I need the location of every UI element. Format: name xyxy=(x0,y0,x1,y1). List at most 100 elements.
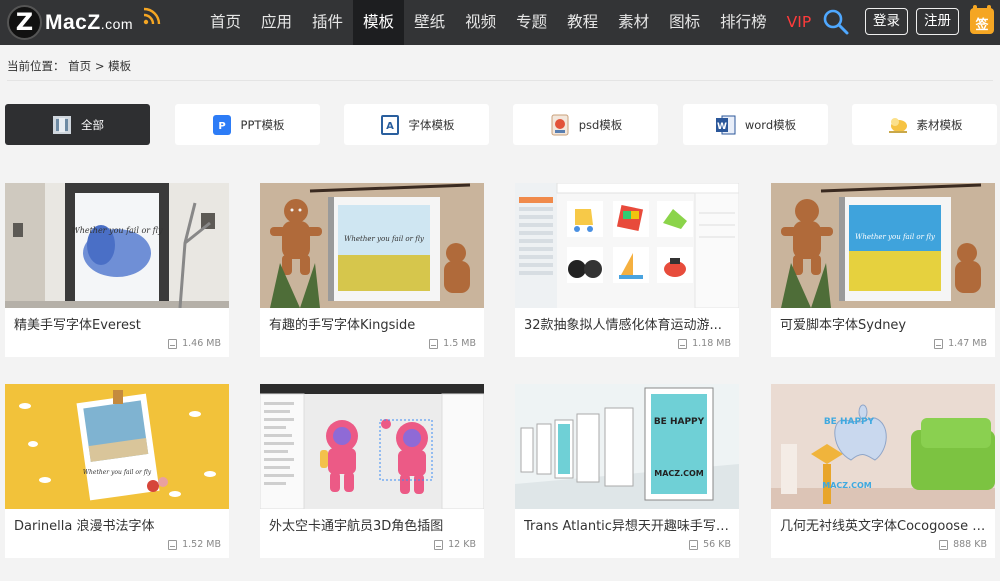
card-title[interactable]: 精美手写字体Everest xyxy=(14,314,224,333)
card-thumbnail: Whether you fail or fly xyxy=(5,183,229,308)
nav-wallpapers[interactable]: 壁纸 xyxy=(404,0,455,45)
rss-icon[interactable] xyxy=(143,7,161,25)
card-title[interactable]: Trans Atlantic异想天开趣味手写字... xyxy=(524,515,734,534)
template-card[interactable]: BE HAPPY MACZ.COM Trans Atlantic异想天开趣味手写… xyxy=(515,384,739,558)
file-size-value: 1.46 MB xyxy=(182,338,221,349)
nav-topics[interactable]: 专题 xyxy=(506,0,557,45)
nav-materials[interactable]: 素材 xyxy=(608,0,659,45)
file-size-icon xyxy=(434,539,444,550)
template-card[interactable]: Whether you fail or fly 精美手写字体Everest 1.… xyxy=(5,183,229,357)
file-size-value: 1.18 MB xyxy=(692,338,731,349)
category-label: word模板 xyxy=(744,117,797,132)
card-title[interactable]: 32款抽象拟人情感化体育运动游... xyxy=(524,314,734,333)
category-label: 素材模板 xyxy=(916,117,963,132)
category-tab-material[interactable]: 素材模板 xyxy=(852,104,997,145)
file-size-icon xyxy=(689,539,699,550)
card-thumbnail: Whether you fail or fly xyxy=(771,183,995,308)
category-label: 全部 xyxy=(81,117,104,132)
register-button[interactable]: 注册 xyxy=(916,8,959,35)
card-title[interactable]: 可爱脚本字体Sydney xyxy=(780,314,990,333)
file-size-value: 1.5 MB xyxy=(443,338,476,349)
card-title[interactable]: 几何无衬线英文字体Cocogoose Pr... xyxy=(780,515,990,534)
thumb-script-text: Whether you fail or fly xyxy=(83,469,152,476)
card-title[interactable]: 有趣的手写字体Kingside xyxy=(269,314,479,333)
card-file-size: 12 KB xyxy=(434,539,476,550)
ppt-icon: P xyxy=(211,114,233,136)
thumb-script-text: Whether you fail or fly xyxy=(344,235,425,243)
file-size-icon xyxy=(934,338,944,349)
signin-calendar-icon[interactable]: 签 xyxy=(970,5,994,34)
file-size-icon xyxy=(939,539,949,550)
thumb-script-text: Whether you fail or fly xyxy=(71,226,163,235)
file-size-icon xyxy=(168,338,178,349)
word-icon: W xyxy=(715,114,737,136)
file-size-value: 888 KB xyxy=(953,539,987,550)
thumb-headline-text: BE HAPPY xyxy=(654,417,705,427)
nav-vip[interactable]: VIP xyxy=(777,0,822,45)
file-size-value: 12 KB xyxy=(448,539,476,550)
nav-plugins[interactable]: 插件 xyxy=(302,0,353,45)
card-file-size: 1.47 MB xyxy=(934,338,987,349)
top-header: Z MacZ.com 首页 应用 插件 模板 壁纸 视频 专题 教程 素材 图标… xyxy=(0,0,1000,45)
svg-text:A: A xyxy=(386,121,394,132)
logo-text-suffix: .com xyxy=(100,16,134,32)
nav-templates[interactable]: 模板 xyxy=(353,0,405,45)
category-tab-word[interactable]: W word模板 xyxy=(683,104,828,145)
breadcrumb-separator: > xyxy=(94,59,105,73)
svg-text:P: P xyxy=(218,121,225,132)
category-label: 字体模板 xyxy=(408,117,455,132)
logo-text: MacZ.com xyxy=(45,11,133,35)
file-size-icon xyxy=(429,338,439,349)
template-card[interactable]: Whether you fail or fly 可爱脚本字体Sydney 1.4… xyxy=(771,183,995,357)
category-tab-all[interactable]: 全部 xyxy=(5,104,150,145)
template-card[interactable]: Whether you fail or fly Darinella 浪漫书法字体… xyxy=(5,384,229,558)
font-icon: A xyxy=(379,114,401,136)
svg-text:W: W xyxy=(717,122,727,132)
template-card[interactable]: Whether you fail or fly 有趣的手写字体Kingside … xyxy=(260,183,484,357)
login-button[interactable]: 登录 xyxy=(865,8,908,35)
nav-tutorials[interactable]: 教程 xyxy=(557,0,608,45)
all-templates-icon xyxy=(51,114,73,136)
card-file-size: 1.52 MB xyxy=(168,539,221,550)
card-thumbnail: Whether you fail or fly xyxy=(260,183,484,308)
site-logo[interactable]: Z MacZ.com xyxy=(7,4,167,40)
main-nav: 首页 应用 插件 模板 壁纸 视频 专题 教程 素材 图标 排行榜 VIP xyxy=(200,0,821,45)
card-file-size: 56 KB xyxy=(689,539,731,550)
template-card[interactable]: 32款抽象拟人情感化体育运动游... 1.18 MB xyxy=(515,183,739,357)
nav-home[interactable]: 首页 xyxy=(200,0,251,45)
thumb-script-text: Whether you fail or fly xyxy=(855,233,936,241)
breadcrumb: 当前位置： 首页 > 模板 xyxy=(7,58,131,74)
template-card[interactable]: BE HAPPY MACZ.COM 几何无衬线英文字体Cocogoose Pr.… xyxy=(771,384,995,558)
nav-apps[interactable]: 应用 xyxy=(251,0,302,45)
file-size-icon xyxy=(678,338,688,349)
file-size-value: 1.52 MB xyxy=(182,539,221,550)
logo-badge: Z xyxy=(7,5,42,40)
card-file-size: 1.5 MB xyxy=(429,338,476,349)
thumb-brand-text: MACZ.COM xyxy=(822,481,872,490)
file-size-icon xyxy=(168,539,178,550)
category-tab-ppt[interactable]: P PPT模板 xyxy=(175,104,320,145)
card-title[interactable]: Darinella 浪漫书法字体 xyxy=(14,515,224,534)
nav-videos[interactable]: 视频 xyxy=(455,0,506,45)
breadcrumb-home-link[interactable]: 首页 xyxy=(68,59,91,73)
psd-icon xyxy=(549,114,571,136)
category-tab-font[interactable]: A 字体模板 xyxy=(344,104,489,145)
file-size-value: 1.47 MB xyxy=(948,338,987,349)
nav-rankings[interactable]: 排行榜 xyxy=(710,0,777,45)
divider xyxy=(7,80,993,81)
card-thumbnail: BE HAPPY MACZ.COM xyxy=(771,384,995,509)
thumb-headline-text: BE HAPPY xyxy=(824,417,875,427)
breadcrumb-current: 模板 xyxy=(108,59,132,73)
logo-text-z: Z xyxy=(87,11,101,34)
card-thumbnail xyxy=(515,183,739,308)
category-label: PPT模板 xyxy=(240,117,285,132)
breadcrumb-label: 当前位置： xyxy=(7,59,65,73)
card-title[interactable]: 外太空卡通宇航员3D角色插图 xyxy=(269,515,479,534)
category-tab-psd[interactable]: psd模板 xyxy=(513,104,658,145)
material-icon xyxy=(887,114,909,136)
nav-icons[interactable]: 图标 xyxy=(659,0,710,45)
template-card[interactable]: 外太空卡通宇航员3D角色插图 12 KB xyxy=(260,384,484,558)
search-icon[interactable] xyxy=(822,8,850,36)
logo-text-main: Mac xyxy=(45,11,88,34)
file-size-value: 56 KB xyxy=(703,539,731,550)
